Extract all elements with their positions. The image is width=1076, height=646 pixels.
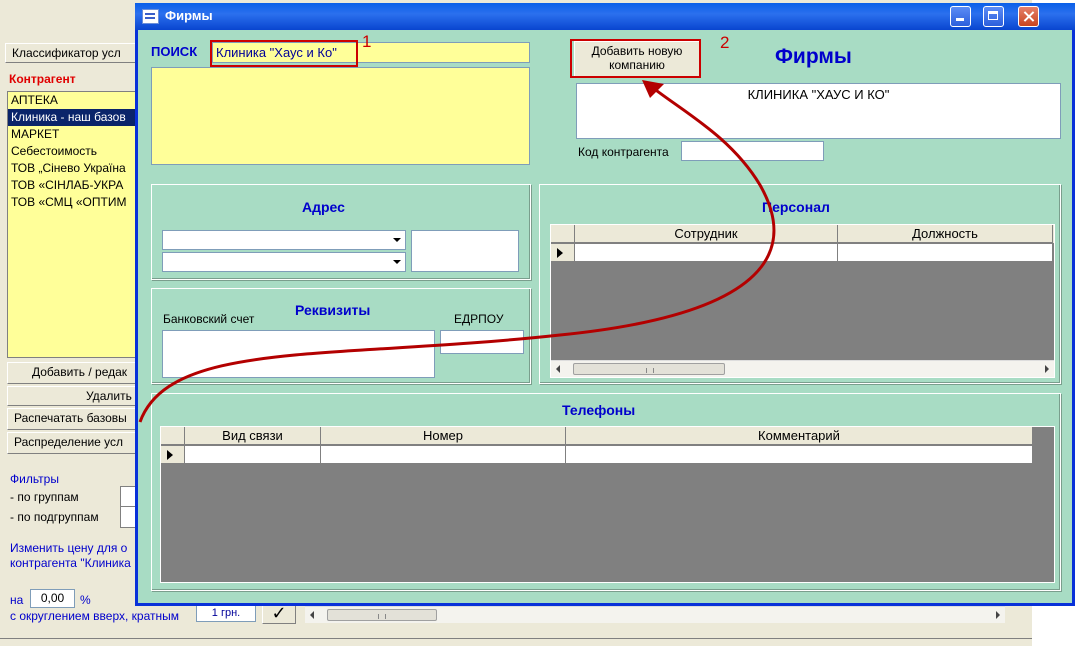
annotation-arrow bbox=[138, 80, 776, 423]
arrow-path bbox=[138, 82, 776, 423]
